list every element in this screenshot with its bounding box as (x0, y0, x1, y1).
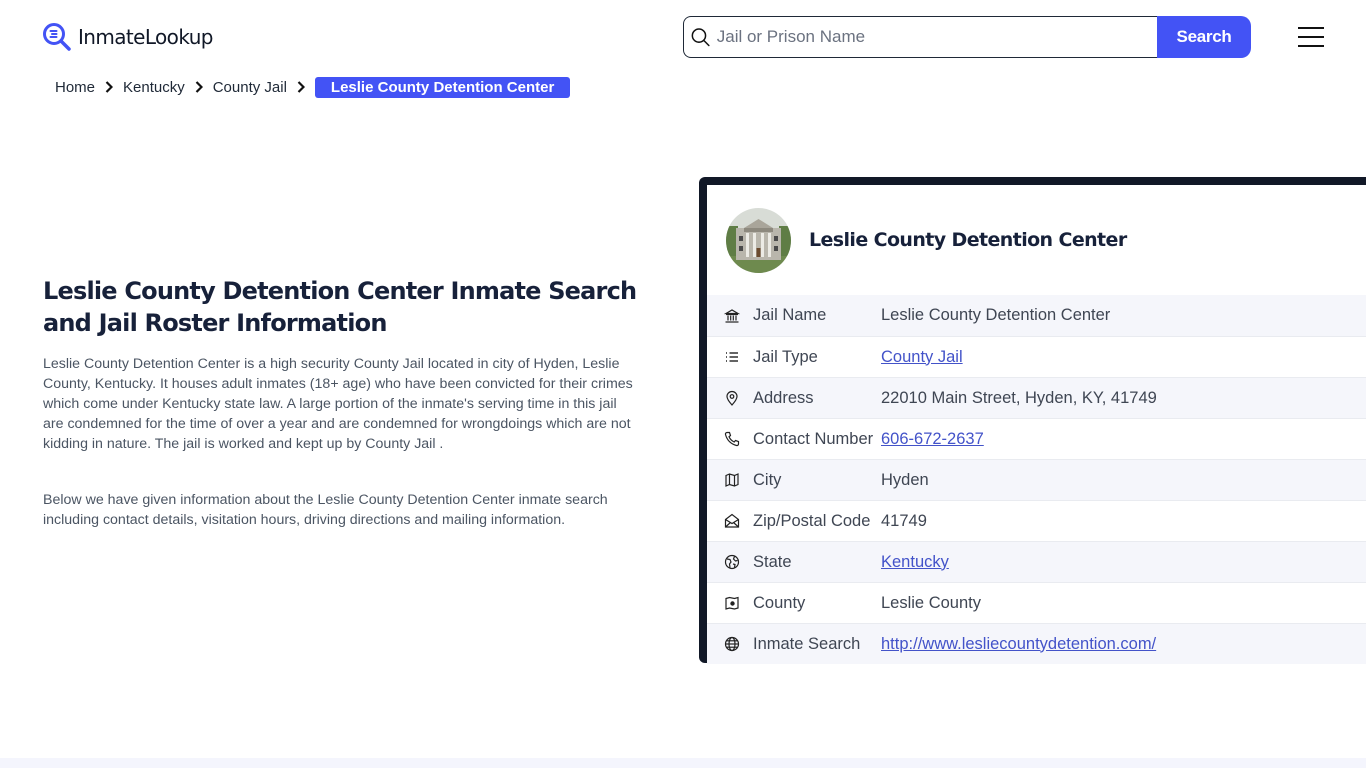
phone-icon (724, 431, 740, 447)
logo-link[interactable]: InmateLookup (42, 22, 213, 52)
facility-photo (726, 207, 791, 273)
chevron-right-icon (105, 81, 114, 93)
info-row-city: City Hyden (707, 459, 1366, 500)
search-box (683, 16, 1157, 58)
row-value: Hyden (881, 470, 929, 489)
globe-icon (724, 636, 740, 652)
facility-info-card: Leslie County Detention Center Jail Name… (699, 177, 1366, 664)
mail-open-icon (724, 513, 740, 528)
row-label: Inmate Search (753, 634, 861, 653)
card-body: Leslie County Detention Center Jail Name… (707, 185, 1366, 664)
search-icon (691, 28, 710, 47)
row-label: City (753, 470, 782, 489)
breadcrumb-home[interactable]: Home (55, 79, 95, 96)
intro-paragraph: Leslie County Detention Center is a high… (43, 356, 633, 452)
search-input[interactable] (716, 27, 1157, 47)
row-label: Jail Type (753, 347, 818, 366)
card-title: Leslie County Detention Center (809, 229, 1127, 251)
building-image-icon (726, 207, 791, 273)
breadcrumb-county-jail[interactable]: County Jail (213, 79, 287, 96)
search-button[interactable]: Search (1157, 16, 1251, 58)
breadcrumb: Home Kentucky County Jail Leslie County … (55, 76, 571, 98)
bank-icon (724, 308, 740, 323)
chevron-right-icon (195, 81, 203, 93)
breadcrumb-current: Leslie County Detention Center (314, 76, 571, 98)
footer-band (0, 758, 1366, 768)
row-label: Contact Number (753, 429, 874, 448)
info-paragraph: Below we have given information about th… (43, 492, 608, 528)
list-icon (726, 352, 738, 362)
chevron-right-icon (297, 81, 305, 93)
info-table: Jail Name Leslie County Detention Center… (707, 295, 1366, 664)
info-row-zip-code: Zip/Postal Code 41749 (707, 500, 1366, 541)
card-header: Leslie County Detention Center (707, 185, 1366, 295)
info-row-jail-name: Jail Name Leslie County Detention Center (707, 295, 1366, 336)
inmate-search-link[interactable]: http://www.lesliecountydetention.com/ (881, 635, 1156, 654)
logo-text: InmateLookup (78, 25, 213, 49)
page-title: Leslie County Detention Center Inmate Se… (43, 277, 637, 337)
row-label: Jail Name (753, 306, 827, 324)
info-row-county: County Leslie County (707, 582, 1366, 623)
row-value: 41749 (881, 511, 927, 530)
row-label: Address (753, 388, 814, 407)
map-icon (725, 473, 739, 487)
county-map-icon (725, 596, 739, 610)
breadcrumb-kentucky[interactable]: Kentucky (123, 79, 185, 96)
row-value: Leslie County (881, 593, 981, 612)
map-pin-icon (726, 390, 738, 406)
state-link[interactable]: Kentucky (881, 553, 949, 572)
hamburger-menu-icon[interactable] (1298, 26, 1324, 48)
row-value: 22010 Main Street, Hyden, KY, 41749 (881, 388, 1157, 407)
info-row-inmate-search: Inmate Search http://www.lesliecountydet… (707, 623, 1366, 664)
earth-icon (724, 554, 740, 570)
menu-line (1298, 45, 1324, 47)
menu-line (1298, 27, 1324, 29)
phone-link[interactable]: 606-672-2637 (881, 430, 984, 449)
logo-magnifier-icon (43, 23, 71, 51)
info-row-state: State Kentucky (707, 541, 1366, 582)
jail-type-link[interactable]: County Jail (881, 348, 963, 367)
info-row-contact-number: Contact Number 606-672-2637 (707, 418, 1366, 459)
info-row-address: Address 22010 Main Street, Hyden, KY, 41… (707, 377, 1366, 418)
row-value: Leslie County Detention Center (881, 306, 1111, 324)
row-label: Zip/Postal Code (753, 511, 871, 530)
info-row-jail-type: Jail Type County Jail (707, 336, 1366, 377)
row-label: State (753, 552, 792, 571)
row-label: County (753, 593, 806, 612)
menu-line (1298, 36, 1324, 38)
search-form: Search (683, 16, 1251, 58)
